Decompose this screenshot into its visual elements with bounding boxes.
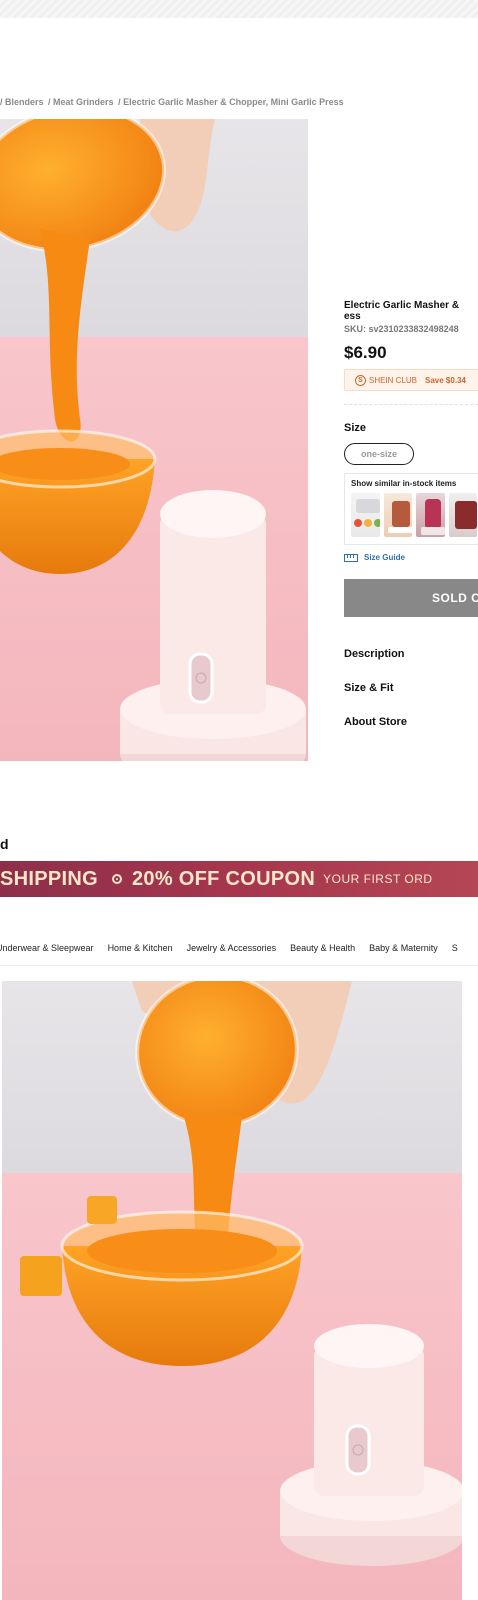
sold-out-button[interactable]: SOLD O [344, 579, 478, 617]
recommended-product-image[interactable] [2, 981, 462, 1600]
banner-coupon-text: 20% OFF COUPON [131, 867, 316, 890]
banner-first-order-text: YOUR FIRST ORD [323, 872, 433, 886]
ruler-icon [344, 553, 358, 562]
similar-item-thumbnail[interactable] [416, 493, 445, 537]
top-strip [0, 0, 478, 18]
category-tabs: Underwear & Sleepwear Home & Kitchen Jew… [0, 940, 478, 966]
category-tab-more[interactable]: S [452, 940, 458, 965]
product-title: Electric Garlic Masher & ess [344, 300, 460, 322]
category-tab-beauty-health[interactable]: Beauty & Health [290, 940, 355, 965]
size-option-button[interactable]: one-size [344, 443, 414, 465]
section-heading: d [0, 836, 9, 852]
category-tab-home-kitchen[interactable]: Home & Kitchen [108, 940, 173, 965]
club-name: SHEIN CLUB [369, 375, 418, 385]
accordion-size-fit[interactable]: Size & Fit [344, 671, 478, 705]
accordion-description[interactable]: Description [344, 637, 478, 671]
accordion-about-store[interactable]: About Store [344, 705, 478, 739]
breadcrumb: / Blenders / Meat Grinders / Electric Ga… [0, 97, 478, 107]
divider [344, 404, 478, 405]
club-coin-icon: S [355, 374, 366, 386]
product-info-panel: Electric Garlic Masher & ess SKU: sv2310… [344, 300, 478, 739]
breadcrumb-item-meat-grinders[interactable]: / Meat Grinders [48, 97, 114, 107]
breadcrumb-item-current: / Electric Garlic Masher & Chopper, Mini… [118, 97, 344, 107]
similar-item-thumbnail[interactable] [383, 493, 412, 537]
banner-shipping-text: SHIPPING [0, 867, 98, 890]
category-tab-jewelry-accessories[interactable]: Jewelry & Accessories [187, 940, 277, 965]
similar-items-box[interactable]: Show similar in-stock items [344, 473, 478, 545]
size-label: Size [344, 422, 367, 434]
promo-banner[interactable]: SHIPPING 20% OFF COUPON YOUR FIRST ORD [0, 861, 478, 897]
category-tab-underwear-sleepwear[interactable]: Underwear & Sleepwear [0, 940, 94, 965]
banner-separator-icon [111, 874, 122, 884]
product-main-image[interactable] [0, 119, 308, 761]
similar-item-thumbnail[interactable] [448, 493, 477, 537]
similar-item-thumbnail[interactable] [351, 493, 380, 537]
size-guide-link[interactable]: Size Guide [344, 553, 478, 562]
product-sku: SKU: sv2310233832498248 [344, 324, 459, 334]
category-tab-baby-maternity[interactable]: Baby & Maternity [369, 940, 438, 965]
size-guide-label: Size Guide [364, 553, 405, 562]
product-price: $6.90 [344, 343, 387, 362]
club-save-text: Save $0.34 [425, 375, 466, 385]
breadcrumb-item-blenders[interactable]: / Blenders [0, 97, 44, 107]
shein-club-banner[interactable]: S SHEIN CLUB Save $0.34 [344, 369, 478, 391]
similar-items-title: Show similar in-stock items [351, 479, 457, 488]
